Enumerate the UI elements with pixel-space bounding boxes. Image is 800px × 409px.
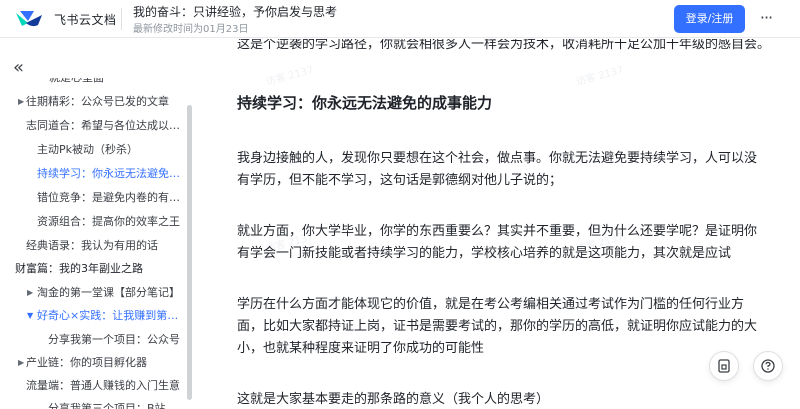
expand-caret-icon[interactable]: ▶ [18,354,24,372]
outline-icon [718,359,730,373]
toc-item[interactable]: 好奇心×实践：让我赚到第一桶金 [37,307,185,325]
outline-button[interactable] [709,351,739,381]
collapse-caret-icon[interactable]: ▼ [27,307,33,325]
toc-item[interactable]: 志同道合：希望与各位达成以下共识 [26,117,184,135]
sidebar-scrollbar[interactable] [187,105,192,400]
paragraph: 这就是大家基本要走的那条路的意义（我个人的思考） [237,392,550,407]
login-register-button[interactable]: 登录/注册 [674,5,745,33]
section-heading: 持续学习：你永远无法避免的成事能力 [237,94,493,112]
watermark: 访客 2137 [574,64,625,89]
feishu-logo-icon[interactable] [14,9,44,29]
toc-item[interactable]: 分享我第三个项目：B站 [48,400,184,409]
header-divider [121,8,122,30]
paragraph: 就业方面，你大学毕业，你学的东西重要么？其实并不重要，但为什么还要学呢？是证明你… [237,224,758,261]
toc-item[interactable]: 错位竞争：是避免内卷的有效方法 [37,189,185,207]
more-options-icon[interactable]: ··· [754,6,778,30]
help-icon [761,359,775,373]
paragraph-cut: 这是个逆袭的学习路径，你就会相很多人一样会为技术，收消耗所十足公加十年级的感自会… [237,39,771,52]
top-header: 飞书云文档 我的奋斗：只讲经验，予你启发与思考 最新修改时间为01月23日 登录… [0,0,800,38]
toc-item[interactable]: 经典语录：我认为有用的话 [26,237,186,255]
paragraph: 学历在什么方面才能体现它的价值，就是在考公考编相关通过考试作为门槛的任何行业方面… [237,297,758,356]
brand-name[interactable]: 飞书云文档 [54,11,117,28]
toc-section-title[interactable]: 财富篇：我的3年副业之路 [15,260,185,278]
last-modified-time: 最新修改时间为01月23日 [133,24,249,35]
collapse-sidebar-icon[interactable]: « [13,59,24,77]
toc-item-active[interactable]: 持续学习：你永远无法避免的成事能力 [37,165,185,183]
document-title: 我的奋斗：只讲经验，予你启发与思考 [133,5,338,19]
paragraph: 我身边接触的人，发现你只要想在这个社会，做点事。你就无法避免要持续学习，人可以没… [237,151,758,188]
toc-item[interactable]: 分享我第一个项目：公众号 [48,331,184,349]
toc-item[interactable]: 流量端：普通人赚钱的入门生意 [26,377,186,395]
expand-caret-icon[interactable]: ▶ [27,284,33,302]
outline-sidebar: « 就是心室面 ▶ 往期精彩：公众号已发的文章 志同道合：希望与各位达成以下共识… [0,39,205,409]
toc-item[interactable]: 产业链：你的项目孵化器 [26,354,186,372]
toc-item[interactable]: 往期精彩：公众号已发的文章 [26,93,186,111]
toc-item[interactable]: 淘金的第一堂课【部分笔记】 [37,284,185,302]
watermark: 访客 2137 [264,64,315,89]
help-button[interactable] [753,351,783,381]
expand-caret-icon[interactable]: ▶ [18,93,24,111]
toc-item[interactable]: 就是心室面 [49,78,189,87]
toc-item[interactable]: 主动Pk被动（秒杀） [37,141,185,159]
toc-item[interactable]: 资源组合：提高你的效率之王 [37,213,185,231]
